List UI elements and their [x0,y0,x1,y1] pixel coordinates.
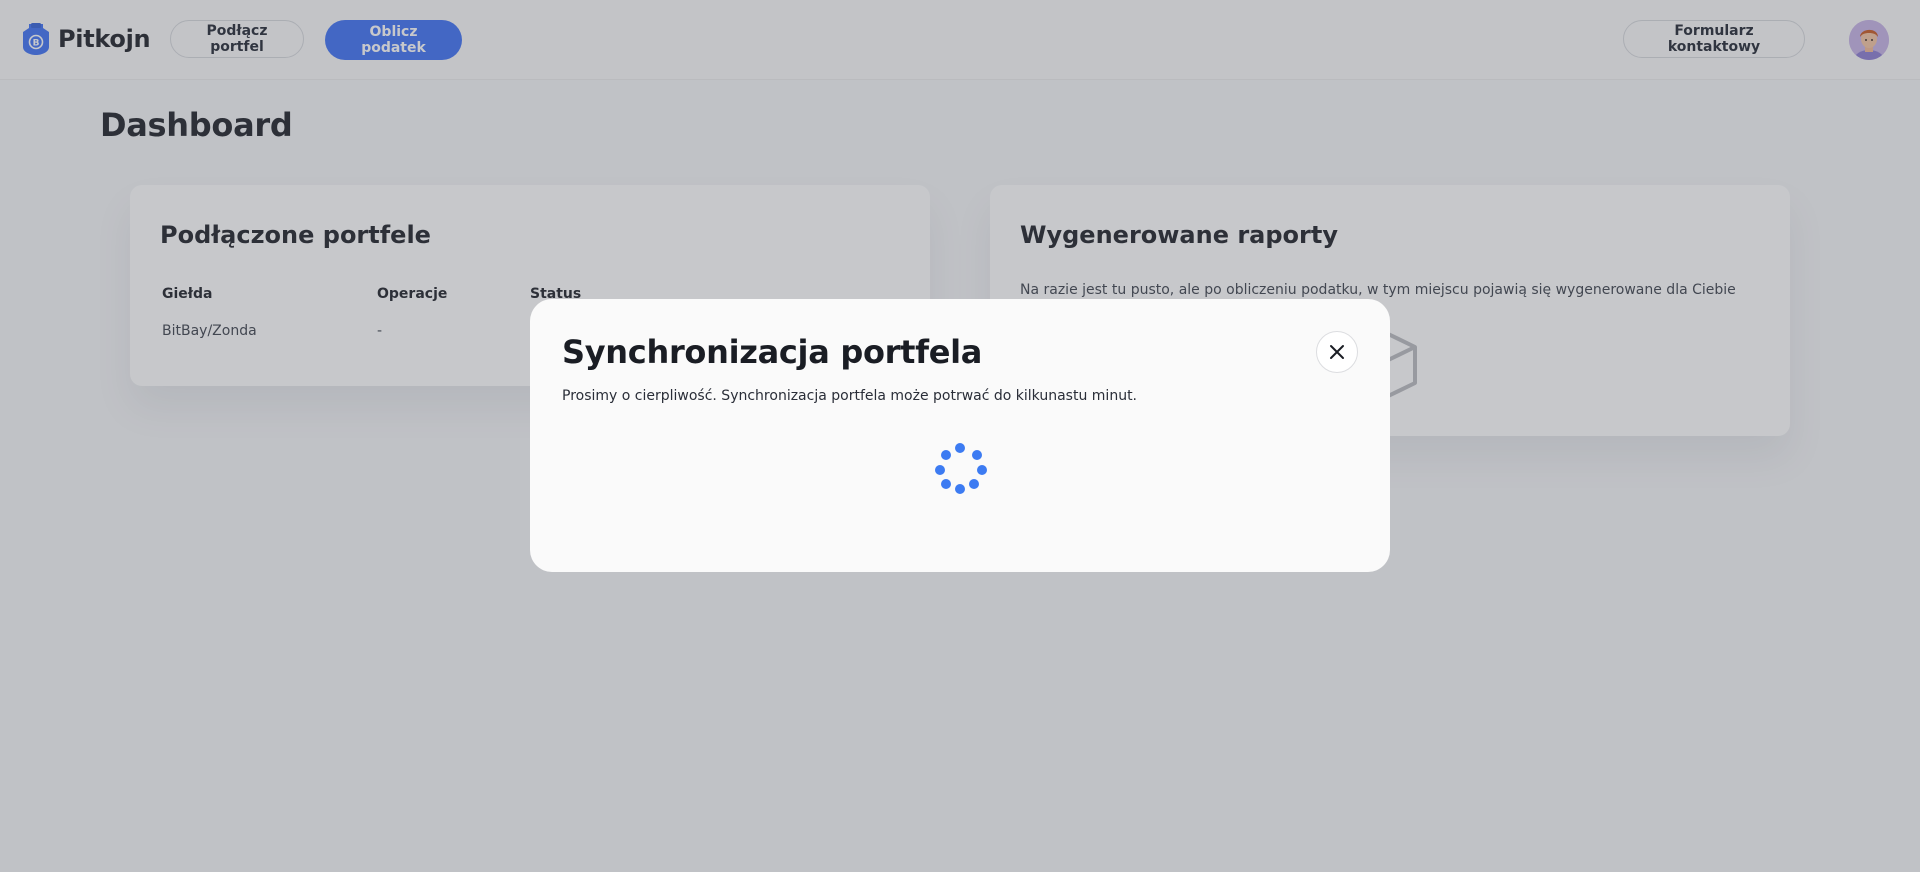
spinner-dot [935,465,945,475]
spinner-dot [977,465,987,475]
spinner-dot [955,443,965,453]
sync-wallet-modal: Synchronizacja portfela Prosimy o cierpl… [530,299,1390,572]
spinner-dot [955,484,965,494]
modal-title: Synchronizacja portfela [562,333,983,371]
modal-description: Prosimy o cierpliwość. Synchronizacja po… [562,388,1138,404]
spinner-dot [941,479,951,489]
close-icon [1330,345,1344,359]
loading-spinner-icon [930,443,990,503]
spinner-dot [969,479,979,489]
spinner-dot [941,450,951,460]
close-button[interactable] [1316,331,1358,373]
spinner-dot [972,450,982,460]
